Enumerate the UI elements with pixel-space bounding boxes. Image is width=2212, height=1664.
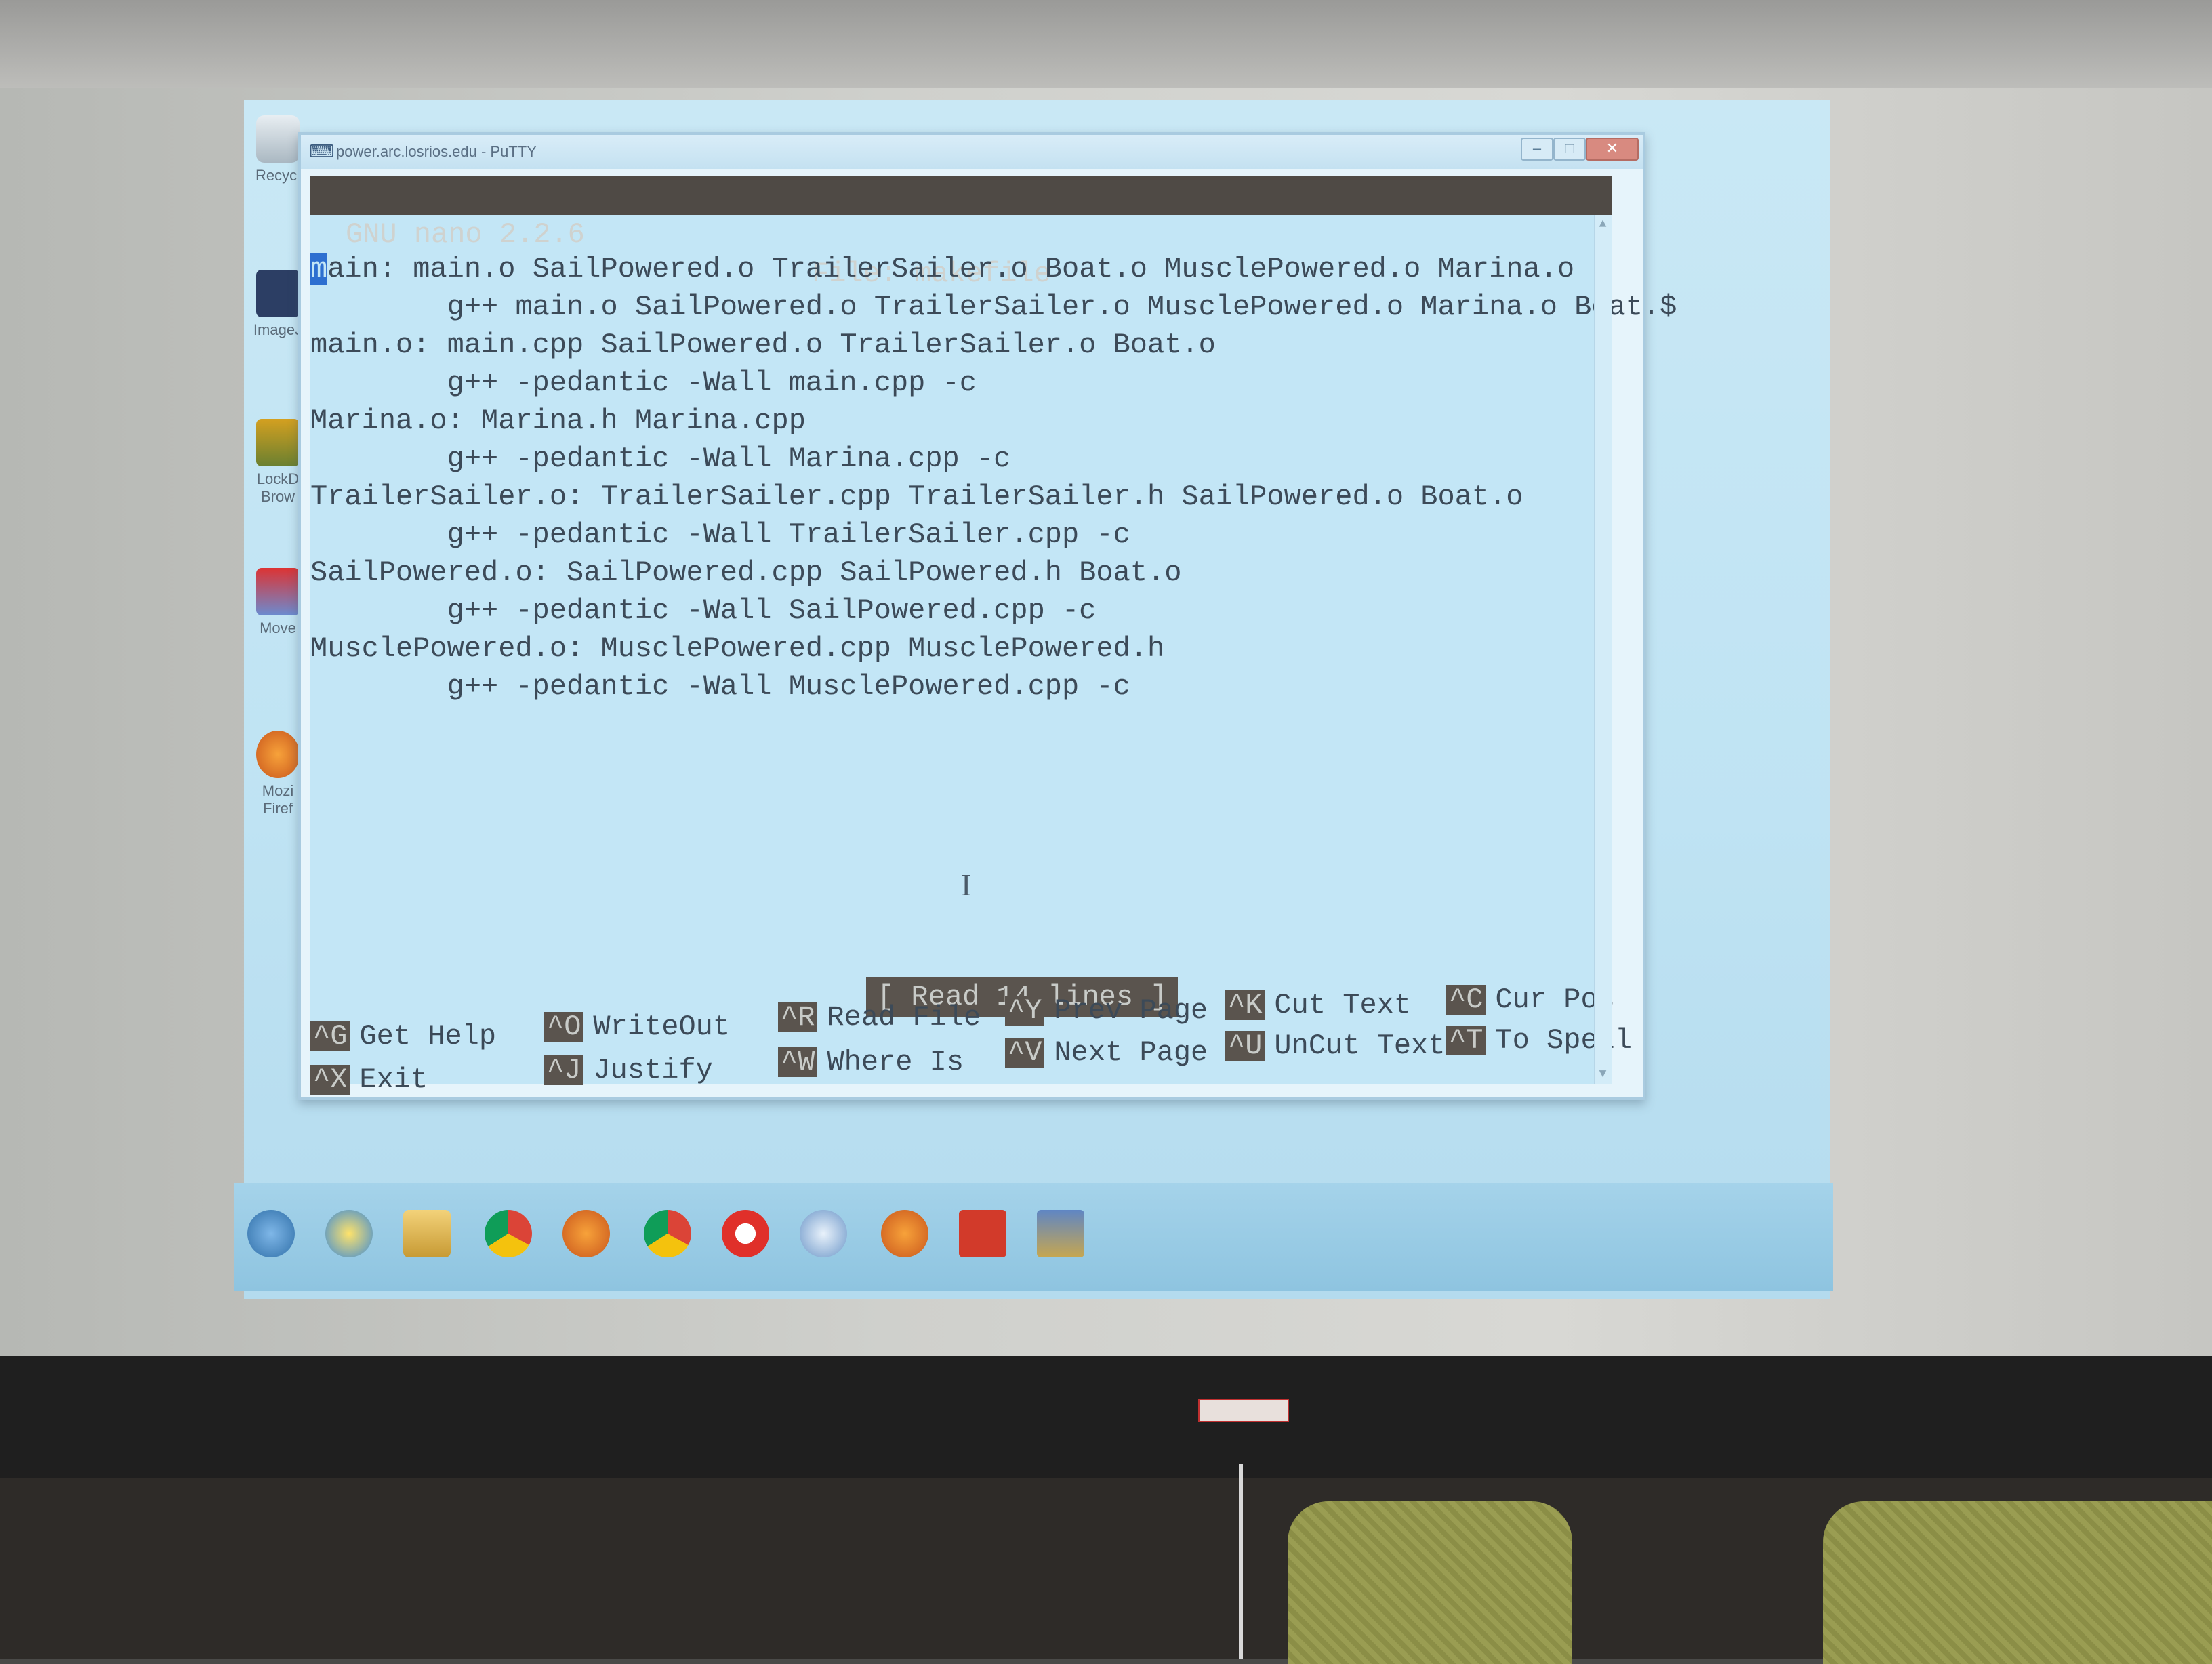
chrome-icon[interactable] [485, 1210, 532, 1257]
code-line: g++ -pedantic -Wall TrailerSailer.cpp -c [310, 519, 1130, 551]
shortcut-key: ^T [1446, 1026, 1486, 1055]
minimize-button[interactable]: – [1521, 138, 1553, 161]
internet-explorer-icon[interactable] [325, 1210, 373, 1257]
shortcut-key: ^O [544, 1012, 584, 1042]
imagej-icon[interactable]: ImageJ [251, 270, 305, 339]
nano-shortcut-bar: ^G Get Help ^O WriteOut ^R Read File ^Y Prev… [310, 985, 1632, 1095]
code-line: g++ main.o SailPowered.o TrailerSailer.o… [310, 291, 1677, 323]
firefox-icon[interactable]: Mozi Firef [251, 731, 305, 817]
code-line: main: main.o SailPowered.o TrailerSailer… [310, 253, 1575, 285]
shortcut-key: ^V [1005, 1038, 1045, 1068]
start-button[interactable] [247, 1210, 295, 1257]
windows-taskbar [234, 1183, 1833, 1291]
code-line: g++ -pedantic -Wall main.cpp -c [310, 367, 977, 399]
shortcut-writeout[interactable]: ^O WriteOut [544, 1012, 730, 1042]
projector-screen-bottom-edge [0, 1356, 2212, 1491]
shortcut-next-page[interactable]: ^V Next Page [1005, 1038, 1208, 1068]
shortcut-key: ^U [1225, 1031, 1265, 1061]
code-line: g++ -pedantic -Wall Marina.cpp -c [310, 443, 1011, 475]
shortcut-key: ^K [1225, 990, 1265, 1020]
shortcut-label: Prev Page [1054, 994, 1208, 1027]
screen-pull-cord [1239, 1464, 1243, 1659]
shortcut-read-file[interactable]: ^R Read File [778, 1002, 981, 1032]
shortcut-key: ^X [310, 1065, 350, 1095]
shortcut-label: Next Page [1054, 1036, 1208, 1069]
nano-header: GNU nano 2.2.6 File: makefile [310, 176, 1612, 290]
putty-icon: ⌨ [309, 141, 335, 161]
desktop-icon-label: LockD Brow [256, 470, 300, 505]
terminal-area[interactable]: GNU nano 2.2.6 File: makefile main: main… [310, 176, 1677, 1095]
move-icon[interactable]: Move [251, 568, 305, 637]
chair [1288, 1501, 1572, 1664]
window-title: power.arc.losrios.edu - PuTTY [336, 143, 537, 160]
code-line: main.o: main.cpp SailPowered.o TrailerSa… [310, 329, 1216, 361]
firefox-icon[interactable] [881, 1210, 928, 1257]
code-line: TrailerSailer.o: TrailerSailer.cpp Trail… [310, 481, 1523, 513]
desktop-icon-label: ImageJ [253, 321, 303, 338]
shortcut-key: ^J [544, 1055, 584, 1085]
scroll-down-arrow-icon[interactable]: ▼ [1597, 1068, 1609, 1081]
text-cursor: m [310, 253, 328, 285]
shortcut-justify[interactable]: ^J Justify [544, 1055, 713, 1085]
code-line: Marina.o: Marina.h Marina.cpp [310, 405, 806, 437]
shortcut-label: Cut Text [1274, 989, 1412, 1021]
shortcut-label: Get Help [359, 1020, 497, 1053]
shortcut-label: Read File [827, 1001, 981, 1034]
shortcut-get-help[interactable]: ^G Get Help [310, 1021, 496, 1051]
mouse-ibeam-cursor: I [961, 868, 972, 902]
vertical-scrollbar[interactable]: ▲ ▼ [1594, 215, 1612, 1084]
acrobat-icon[interactable] [959, 1210, 1006, 1257]
maximize-button[interactable]: □ [1553, 138, 1586, 161]
shortcut-label: UnCut Text [1274, 1030, 1446, 1062]
desktop-icon-label: Recycl [255, 167, 300, 184]
safari-icon[interactable] [800, 1210, 847, 1257]
shortcut-exit[interactable]: ^X Exit [310, 1065, 428, 1095]
putty-icon[interactable] [1037, 1210, 1084, 1257]
warning-sticker [1198, 1399, 1289, 1422]
shortcut-label: Exit [359, 1063, 428, 1096]
shortcut-key: ^Y [1005, 996, 1045, 1026]
file-content[interactable]: main: main.o SailPowered.o TrailerSailer… [310, 250, 1677, 706]
shortcut-cut-text[interactable]: ^K Cut Text [1225, 990, 1411, 1020]
chair [1823, 1501, 2212, 1664]
window-titlebar[interactable]: ⌨ power.arc.losrios.edu - PuTTY – □ ✕ [301, 135, 1643, 169]
shortcut-uncut-text[interactable]: ^U UnCut Text [1225, 1031, 1445, 1061]
code-line: g++ -pedantic -Wall SailPowered.cpp -c [310, 594, 1097, 627]
lockdown-browser-icon[interactable]: LockD Brow [251, 419, 305, 506]
code-line: SailPowered.o: SailPowered.cpp SailPower… [310, 556, 1182, 589]
scroll-up-arrow-icon[interactable]: ▲ [1597, 218, 1609, 231]
code-line: MusclePowered.o: MusclePowered.cpp Muscl… [310, 632, 1165, 665]
putty-window[interactable]: ⌨ power.arc.losrios.edu - PuTTY – □ ✕ GN… [298, 132, 1677, 1100]
close-button[interactable]: ✕ [1586, 138, 1639, 161]
recycle-bin-icon[interactable]: Recycl [251, 115, 305, 184]
shortcut-label: Justify [593, 1054, 713, 1087]
firefox-icon[interactable] [562, 1210, 610, 1257]
shortcut-label: Where Is [827, 1046, 964, 1078]
projector-screen-top [0, 0, 2212, 88]
shortcut-prev-page[interactable]: ^Y Prev Page [1005, 996, 1208, 1026]
shortcut-cur-pos[interactable]: ^C Cur Pos [1446, 985, 1615, 1015]
shortcut-key: ^W [778, 1047, 818, 1077]
file-explorer-icon[interactable] [403, 1210, 451, 1257]
shortcut-key: ^G [310, 1021, 350, 1051]
chrome-icon[interactable] [644, 1210, 691, 1257]
code-line: g++ -pedantic -Wall MusclePowered.cpp -c [310, 670, 1130, 703]
opera-icon[interactable] [722, 1210, 769, 1257]
desktop-icon-label: Mozi Firef [262, 782, 294, 817]
system-tray-clock[interactable] [1788, 1210, 1793, 1251]
shortcut-label: WriteOut [593, 1011, 731, 1043]
nano-version: GNU nano 2.2.6 [346, 218, 585, 251]
shortcut-key: ^R [778, 1002, 818, 1032]
shortcut-where-is[interactable]: ^W Where Is [778, 1047, 964, 1077]
desktop-icon-label: Move [260, 620, 296, 636]
shortcut-key: ^C [1446, 985, 1486, 1015]
